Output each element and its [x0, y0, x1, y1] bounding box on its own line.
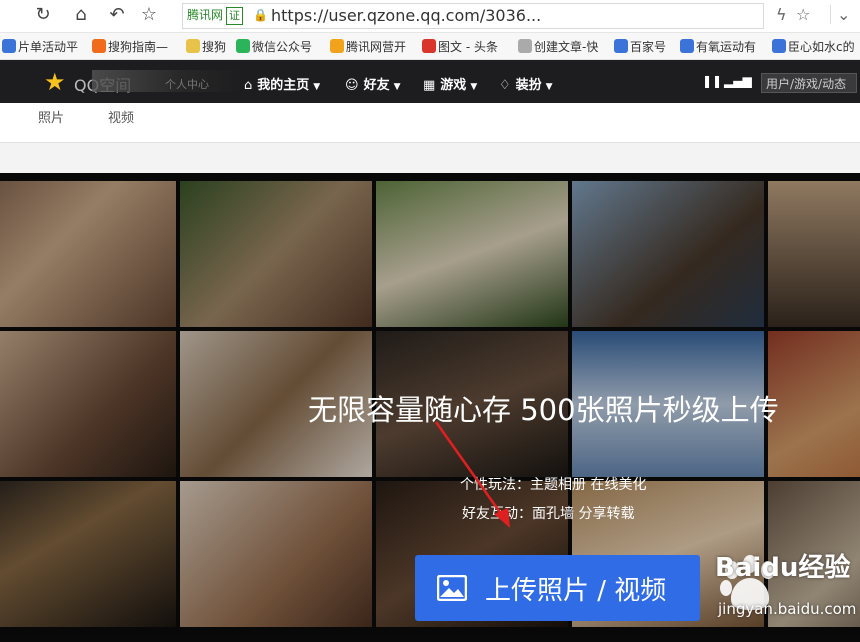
nav-outfit[interactable]: ♢ 装扮 ▼ — [499, 74, 553, 93]
bookmark-item[interactable]: 百家号 — [614, 38, 666, 55]
favorite-star-icon[interactable]: ☆ — [138, 4, 160, 26]
bookmark-favicon-icon — [330, 39, 344, 53]
bookmark-item[interactable]: 臣心如水c的 — [772, 38, 855, 55]
lock-icon: 🔒 — [253, 8, 268, 22]
bookmark-item[interactable]: 创建文章-快 — [518, 38, 598, 55]
image-icon — [437, 575, 467, 601]
bookmark-label: 搜狗 — [202, 40, 227, 54]
bookmark-item[interactable]: 片单活动平 — [2, 38, 78, 55]
bookmark-favicon-icon — [614, 39, 628, 53]
nav-my-home[interactable]: ⌂ 我的主页 ▼ — [244, 74, 320, 93]
lightning-icon[interactable]: ϟ — [776, 5, 787, 24]
bookmark-favicon-icon — [236, 39, 250, 53]
red-arrow-annotation — [434, 421, 510, 528]
baidu-watermark-text: Baidu经验 — [715, 553, 851, 583]
bookmark-favicon-icon — [680, 39, 694, 53]
tab-photos[interactable]: 照片 — [38, 107, 64, 126]
home-icon[interactable]: ⌂ — [70, 4, 92, 26]
caret-down-icon: ▼ — [313, 82, 321, 92]
pause-icon[interactable]: ❚❚ — [702, 74, 722, 88]
bookmark-label: 腾讯网营开 — [346, 40, 407, 54]
tab-videos[interactable]: 视频 — [108, 107, 134, 126]
browser-toolbar: ↻ ⌂ ↶ ☆ 腾讯网证 🔒 https://user.qzone.qq.com… — [0, 0, 860, 33]
certificate-badge[interactable]: 腾讯网证 — [187, 7, 244, 25]
bookmark-favicon-icon — [2, 39, 16, 53]
cert-badge-icon: 证 — [226, 7, 244, 25]
games-icon: ▦ — [423, 78, 436, 93]
nav-label: 我的主页 — [257, 78, 310, 93]
bookmark-label: 创建文章-快 — [534, 40, 599, 54]
bookmark-label: 搜狗指南— — [108, 40, 169, 54]
signal-bars-icon[interactable]: ▂▄▆ — [724, 74, 752, 88]
baidu-watermark-url: jingyan.baidu.com — [718, 600, 857, 618]
bookmark-label: 图文 - 头条 — [438, 40, 498, 54]
qzone-nav-bar: ★ QQ空间 个人中心 ⌂我的主页▼ ☺好友▼ ▦游戏▼ ♢装扮▼ ❚❚ ▂▄▆ — [0, 60, 860, 103]
bookmark-label: 微信公众号 — [252, 40, 313, 54]
caret-down-icon: ▼ — [545, 82, 553, 92]
bookmarks-bar: 片单活动平 搜狗指南— 搜狗 微信公众号 腾讯网营开 图文 - 头条 创建文章-快 百家号 有氧… — [0, 33, 860, 60]
bookmark-favicon-icon — [422, 39, 436, 53]
nav-label: 装扮 — [515, 78, 542, 93]
nav-friends[interactable]: ☺ 好友 ▼ — [345, 74, 401, 93]
friends-icon: ☺ — [345, 78, 359, 93]
bookmark-favicon-icon — [518, 39, 532, 53]
bookmark-item[interactable]: 搜狗指南— — [92, 38, 168, 55]
caret-down-icon: ▼ — [470, 82, 478, 92]
bookmark-item[interactable]: 微信公众号 — [236, 38, 312, 55]
hero-title: 无限容量随心存 500张照片秒级上传 — [308, 393, 779, 427]
cert-label: 腾讯网 — [187, 8, 224, 22]
nav-label: 游戏 — [440, 78, 467, 93]
home-prefix: 个人中心 — [165, 78, 209, 91]
address-bar[interactable]: 腾讯网证 🔒 https://user.qzone.qq.com/3036... — [182, 3, 764, 29]
divider-band — [0, 142, 860, 173]
bookmark-favicon-icon — [186, 39, 200, 53]
bookmark-item[interactable]: 图文 - 头条 — [422, 38, 498, 55]
bookmark-item[interactable]: 腾讯网营开 — [330, 38, 406, 55]
bookmark-label: 片单活动平 — [18, 40, 79, 54]
bookmark-label: 臣心如水c的 — [788, 40, 855, 54]
nav-games[interactable]: ▦ 游戏 ▼ — [423, 74, 477, 93]
url-text[interactable]: https://user.qzone.qq.com/3036... — [271, 6, 541, 26]
nav-search-input[interactable]: 用户/游戏/动态 — [761, 73, 857, 93]
home-icon: ⌂ — [244, 78, 253, 93]
upload-photo-video-button[interactable]: 上传照片 / 视频 — [415, 555, 700, 621]
bookmark-item[interactable]: 搜狗 — [186, 38, 226, 55]
qzone-logo-star-icon[interactable]: ★ — [44, 68, 66, 96]
back-icon[interactable]: ↶ — [106, 4, 128, 26]
chevron-down-icon[interactable]: ⌄ — [830, 5, 850, 24]
bookmark-label: 有氧运动有 — [696, 40, 757, 54]
reload-icon[interactable]: ↻ — [32, 4, 54, 26]
outfit-icon: ♢ — [499, 78, 511, 93]
bookmark-favicon-icon — [92, 39, 106, 53]
bookmark-label: 百家号 — [630, 40, 667, 54]
nav-label: 好友 — [363, 78, 390, 93]
upload-button-label: 上传照片 / 视频 — [485, 576, 667, 606]
bookmark-item[interactable]: 有氧运动有 — [680, 38, 756, 55]
bookmark-favicon-icon — [772, 39, 786, 53]
caret-down-icon: ▼ — [393, 82, 401, 92]
bookmark-star-icon[interactable]: ☆ — [796, 5, 810, 24]
